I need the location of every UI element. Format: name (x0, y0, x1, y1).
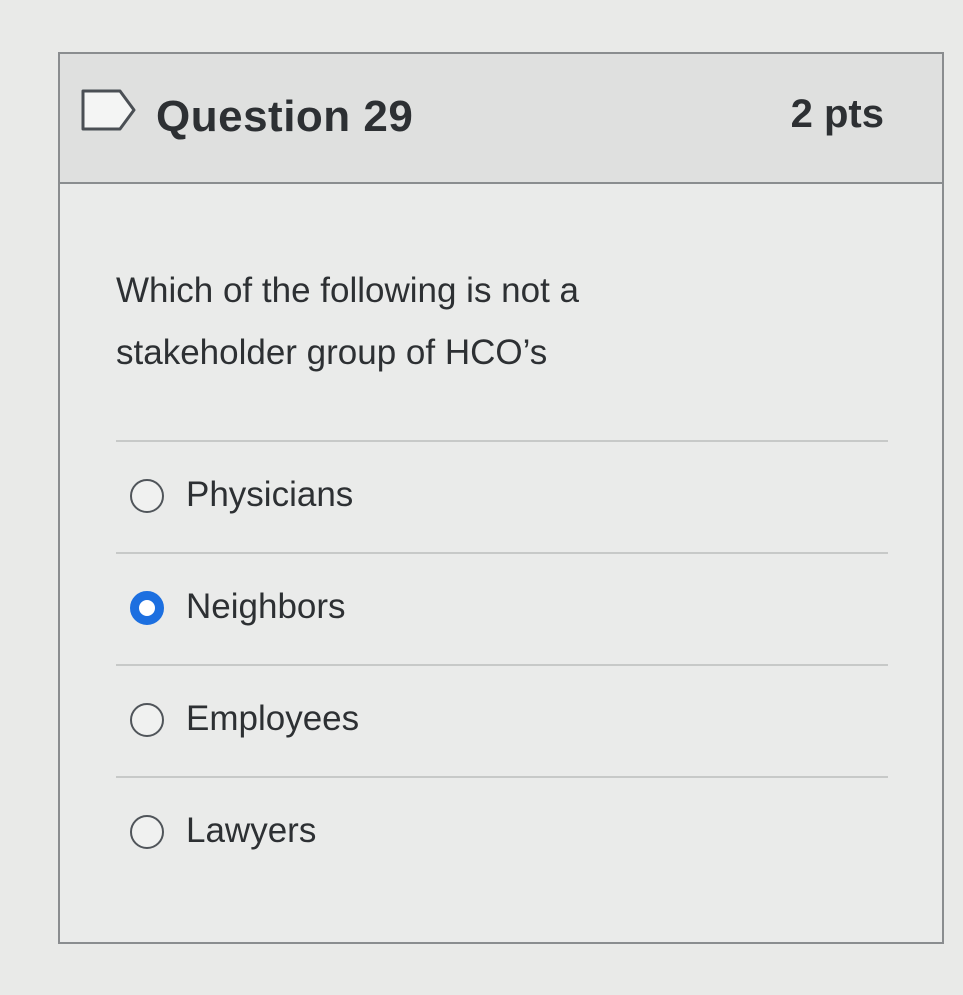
radio-button-selected[interactable] (130, 591, 164, 625)
question-card: Question 29 2 pts Which of the following… (58, 52, 944, 944)
question-points: 2 pts (790, 92, 884, 136)
question-header: Question 29 2 pts (60, 54, 942, 184)
radio-button[interactable] (130, 703, 164, 737)
answer-option-lawyers[interactable]: Lawyers (116, 778, 888, 888)
answer-list: Physicians Neighbors Employees Lawyers (116, 440, 888, 888)
radio-button[interactable] (130, 479, 164, 513)
question-text: Which of the following is not a stakehol… (116, 271, 580, 372)
answer-label: Lawyers (186, 811, 317, 850)
flag-question-icon[interactable] (80, 88, 138, 132)
radio-button[interactable] (130, 815, 164, 849)
answer-label: Neighbors (186, 587, 346, 626)
answer-label: Physicians (186, 475, 354, 514)
question-title: Question 29 (156, 92, 414, 141)
answer-option-physicians[interactable]: Physicians (116, 442, 888, 552)
answer-label: Employees (186, 699, 360, 738)
answer-option-neighbors[interactable]: Neighbors (116, 554, 888, 664)
answer-option-employees[interactable]: Employees (116, 666, 888, 776)
